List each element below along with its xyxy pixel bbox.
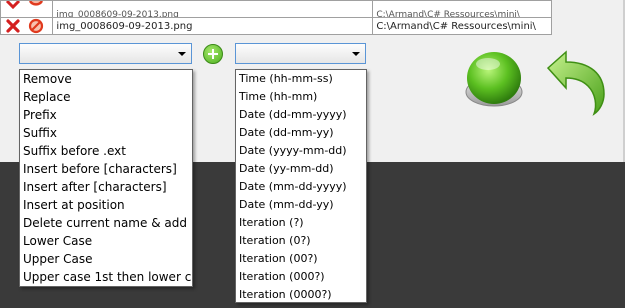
dropdown-option[interactable]: Date (dd-mm-yy) <box>236 124 366 142</box>
dropdown-option[interactable]: Time (hh-mm-ss) <box>236 70 366 88</box>
dropdown-option[interactable]: Iteration (00?) <box>236 250 366 268</box>
add-button[interactable] <box>203 44 223 64</box>
dropdown-option[interactable]: Upper case 1st then lower ca <box>20 268 192 286</box>
green-go-button[interactable] <box>462 48 526 112</box>
dropdown-option[interactable]: Replace <box>20 88 192 106</box>
forbidden-icon[interactable] <box>28 18 44 34</box>
dropdown-option[interactable]: Time (hh-mm) <box>236 88 366 106</box>
dropdown-option[interactable]: Date (mm-dd-yyyy) <box>236 178 366 196</box>
file-name-cell: img_0008609-09-2013.png <box>52 17 374 35</box>
dropdown-option[interactable]: Iteration (?) <box>236 214 366 232</box>
dropdown-option[interactable]: Prefix <box>20 106 192 124</box>
chevron-down-icon <box>352 52 360 56</box>
dropdown-option[interactable]: Insert after [characters] <box>20 178 192 196</box>
dropdown-option[interactable]: Iteration (000?) <box>236 268 366 286</box>
dropdown-option[interactable]: Date (dd-mm-yyyy) <box>236 106 366 124</box>
green-undo-arrow[interactable] <box>542 48 612 116</box>
dropdown-option[interactable]: Date (yy-mm-dd) <box>236 160 366 178</box>
table-row[interactable]: img_0008609-09-2013.png C:\Armand\C# Res… <box>0 0 552 18</box>
forbidden-icon[interactable] <box>28 1 44 17</box>
dropdown-option[interactable]: Iteration (0?) <box>236 232 366 250</box>
table-row[interactable]: img_0008609-09-2013.png C:\Armand\C# Res… <box>0 17 552 35</box>
dropdown-option[interactable]: Insert at position <box>20 196 192 214</box>
dropdown-option[interactable]: Suffix <box>20 124 192 142</box>
dropdown-option[interactable]: Date (mm-dd-yy) <box>236 196 366 214</box>
dropdown-option[interactable]: Insert before [characters] <box>20 160 192 178</box>
file-name-cell: img_0008609-09-2013.png <box>52 0 374 18</box>
file-path-cell: C:\Armand\C# Ressources\mini\ <box>372 0 552 18</box>
dropdown-option[interactable]: Iteration (0000?) <box>236 286 366 302</box>
token-combo[interactable] <box>235 43 366 64</box>
action-combo[interactable] <box>19 43 192 64</box>
dropdown-option[interactable]: Remove <box>20 70 192 88</box>
file-path-cell: C:\Armand\C# Ressources\mini\ <box>372 17 552 35</box>
dropdown-option[interactable]: Upper Case <box>20 250 192 268</box>
dropdown-option[interactable]: Delete current name & add <box>20 214 192 232</box>
dropdown-option[interactable]: Suffix before .ext <box>20 142 192 160</box>
token-dropdown-list: Time (hh-mm-ss) Time (hh-mm) Date (dd-mm-y… <box>235 69 367 303</box>
file-table: img_0008609-09-2013.png C:\Armand\C# Res… <box>0 0 552 35</box>
dropdown-option[interactable]: Date (yyyy-mm-dd) <box>236 142 366 160</box>
red-x-icon[interactable] <box>5 1 21 17</box>
action-dropdown-list: Remove Replace Prefix Suffix Suffix before .… <box>19 69 193 287</box>
dropdown-option[interactable]: Lower Case <box>20 232 192 250</box>
chevron-down-icon <box>178 52 186 56</box>
red-x-icon[interactable] <box>5 19 21 34</box>
